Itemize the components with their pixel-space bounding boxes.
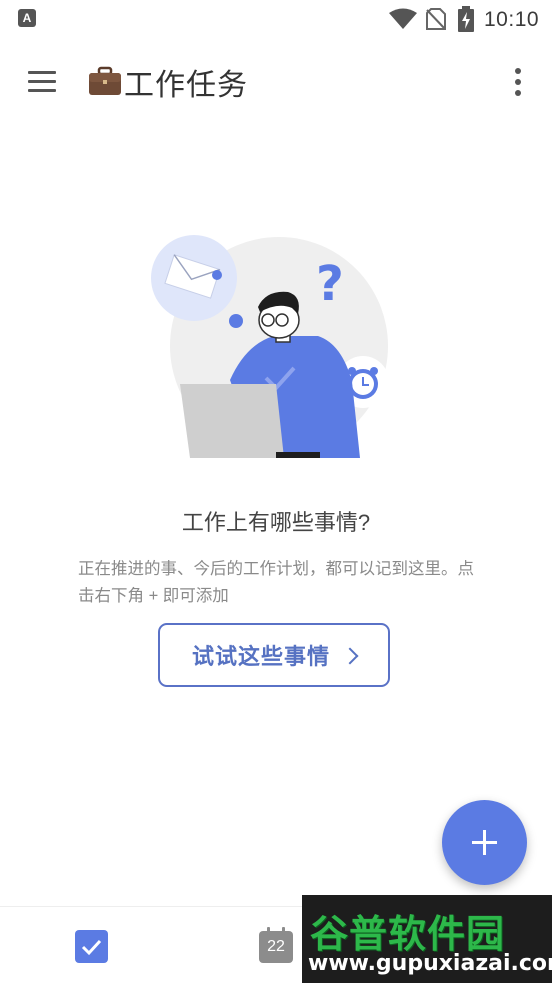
status-time: 10:10 <box>484 8 540 31</box>
chevron-right-icon <box>341 647 359 664</box>
site-watermark: 谷普软件园 www.gupuxiazai.com <box>302 895 552 983</box>
svg-text:?: ? <box>316 256 344 312</box>
more-vert-icon[interactable] <box>500 62 536 102</box>
empty-state-description: 正在推进的事、今后的工作计划，都可以记到这里。点击右下角 + 即可添加 <box>78 560 474 605</box>
calendar-icon[interactable]: 22 <box>259 927 293 963</box>
no-sim-icon <box>426 8 446 30</box>
page-title: 工作任务 <box>124 69 248 102</box>
menu-icon[interactable] <box>22 64 62 98</box>
try-suggestions-button[interactable]: 试试这些事情 <box>158 623 390 687</box>
app-bar: 工作任务 <box>0 38 552 122</box>
battery-charging-icon <box>458 6 474 32</box>
briefcase-icon <box>89 66 121 95</box>
watermark-logo-text: 谷普软件园 <box>310 912 506 956</box>
watermark-url: www.gupuxiazai.com <box>308 951 552 976</box>
add-task-button[interactable] <box>442 800 527 885</box>
checkbox-icon[interactable] <box>75 930 108 963</box>
app-notification-icon <box>18 9 36 27</box>
calendar-day-label: 22 <box>267 938 285 955</box>
empty-state-title: 工作上有哪些事情? <box>181 510 371 535</box>
try-suggestions-label: 试试这些事情 <box>191 644 330 669</box>
person-at-laptop-illustration: ? <box>151 235 389 458</box>
status-bar: 10:10 <box>0 0 552 38</box>
wifi-icon <box>389 8 417 29</box>
